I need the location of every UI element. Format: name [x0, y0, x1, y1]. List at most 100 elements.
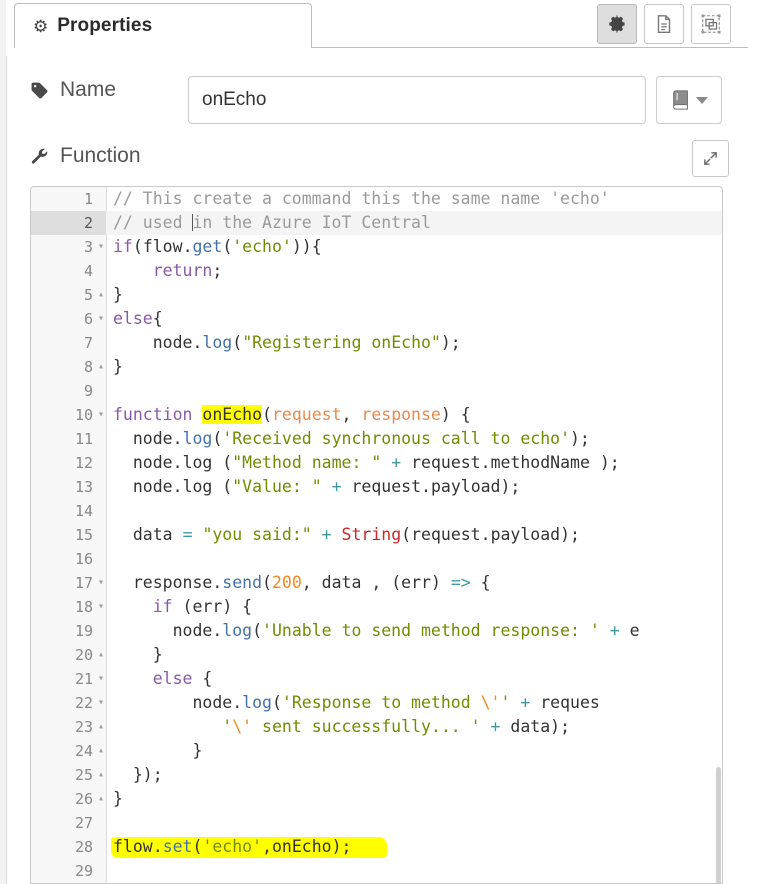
line-number: 23 [31, 715, 93, 739]
fold-toggle[interactable]: ▾ [95, 403, 107, 427]
line-number: 9 [31, 379, 93, 403]
wrench-icon [30, 147, 49, 166]
fold-toggle[interactable]: ▴ [95, 763, 107, 787]
function-row: Function [6, 140, 748, 182]
code-text: flow.set('echo',onEcho); [113, 835, 351, 859]
fold-toggle[interactable]: ▾ [95, 595, 107, 619]
expand-diagonal-icon [702, 150, 719, 167]
code-line[interactable]: 15 data = "you said:" + String(request.p… [31, 523, 723, 547]
code-line[interactable]: 23▴ '\' sent successfully... ' + data); [31, 715, 723, 739]
code-line[interactable]: 27 [31, 811, 723, 835]
document-icon [653, 13, 675, 35]
code-text: } [113, 643, 163, 667]
line-number: 11 [31, 427, 93, 451]
code-line[interactable]: 24▴ } [31, 739, 723, 763]
name-row: Name [6, 62, 748, 122]
code-text: } [113, 739, 202, 763]
code-line[interactable]: 11 node.log('Received synchronous call t… [31, 427, 723, 451]
code-text: // used in the Azure IoT Central [113, 211, 431, 235]
line-number: 19 [31, 619, 93, 643]
tab-properties-label: Properties [57, 15, 152, 37]
code-line[interactable]: 4 return; [31, 259, 723, 283]
code-line[interactable]: 9 [31, 379, 723, 403]
line-number: 6 [31, 307, 93, 331]
info-tab-button[interactable] [644, 4, 684, 44]
fold-toggle[interactable]: ▾ [95, 235, 107, 259]
code-line[interactable]: 19 node.log('Unable to send method respo… [31, 619, 723, 643]
code-line[interactable]: 29 [31, 859, 723, 883]
code-text: node.log ("Method name: " + request.meth… [113, 451, 620, 475]
line-number: 14 [31, 499, 93, 523]
code-text: node.log('Unable to send method response… [113, 619, 640, 643]
code-text: data = "you said:" + String(request.payl… [113, 523, 580, 547]
code-text: node.log('Received synchronous call to e… [113, 427, 590, 451]
code-line[interactable]: 10▾function onEcho(request, response) { [31, 403, 723, 427]
code-line[interactable]: 3▾if(flow.get('echo')){ [31, 235, 723, 259]
panel-toolbar [597, 4, 731, 44]
code-text: return; [113, 259, 222, 283]
fold-toggle[interactable]: ▴ [95, 739, 107, 763]
appearance-tab-button[interactable] [691, 4, 731, 44]
code-line[interactable]: 25▴ }); [31, 763, 723, 787]
line-number: 5 [31, 283, 93, 307]
line-number: 17 [31, 571, 93, 595]
gear-icon [606, 13, 628, 35]
code-text: }); [113, 763, 163, 787]
line-number: 10 [31, 403, 93, 427]
code-line[interactable]: 5▴} [31, 283, 723, 307]
code-line[interactable]: 1// This create a command this the same … [31, 187, 723, 211]
fold-toggle[interactable]: ▴ [95, 283, 107, 307]
code-line[interactable]: 17▾ response.send(200, data , (err) => { [31, 571, 723, 595]
code-line[interactable]: 21▾ else { [31, 667, 723, 691]
code-line[interactable]: 14 [31, 499, 723, 523]
line-number: 22 [31, 691, 93, 715]
editor-code-area[interactable]: 1// This create a command this the same … [31, 187, 723, 883]
line-number: 26 [31, 787, 93, 811]
line-number: 25 [31, 763, 93, 787]
code-line[interactable]: 6▾else{ [31, 307, 723, 331]
line-number: 2 [31, 211, 93, 235]
fold-toggle[interactable]: ▾ [95, 571, 107, 595]
code-text: '\' sent successfully... ' + data); [113, 715, 570, 739]
code-line[interactable]: 22▾ node.log('Response to method \'' + r… [31, 691, 723, 715]
fold-toggle[interactable]: ▾ [95, 667, 107, 691]
code-line[interactable]: 28flow.set('echo',onEcho); [31, 835, 723, 859]
code-line[interactable]: 7 node.log("Registering onEcho"); [31, 331, 723, 355]
code-line[interactable]: 2 // used in the Azure IoT Central [31, 211, 723, 235]
properties-panel: ⚙ Properties [0, 0, 761, 884]
fold-toggle[interactable]: ▴ [95, 787, 107, 811]
code-line[interactable]: 16 [31, 547, 723, 571]
line-number: 16 [31, 547, 93, 571]
fold-toggle[interactable]: ▴ [95, 355, 107, 379]
gear-icon: ⚙ [33, 18, 48, 35]
tag-icon [30, 81, 49, 100]
panel-left-edge [0, 0, 7, 884]
properties-tab-button[interactable] [597, 4, 637, 44]
line-number: 24 [31, 739, 93, 763]
fold-toggle[interactable]: ▴ [95, 715, 107, 739]
code-line[interactable]: 20▴ } [31, 643, 723, 667]
code-line[interactable]: 12 node.log ("Method name: " + request.m… [31, 451, 723, 475]
fold-toggle[interactable]: ▴ [95, 643, 107, 667]
code-line[interactable]: 13 node.log ("Value: " + request.payload… [31, 475, 723, 499]
code-text: } [113, 787, 123, 811]
code-text: function onEcho(request, response) { [113, 403, 471, 427]
name-library-dropdown-button[interactable] [656, 76, 722, 124]
name-label-group: Name [30, 78, 116, 102]
fold-toggle[interactable]: ▾ [95, 307, 107, 331]
code-line[interactable]: 8▴} [31, 355, 723, 379]
expand-editor-button[interactable] [692, 140, 729, 177]
code-text: if(flow.get('echo')){ [113, 235, 322, 259]
function-code-editor[interactable]: 1// This create a command this the same … [30, 186, 723, 884]
function-label-group: Function [30, 144, 141, 168]
tab-properties[interactable]: ⚙ Properties [14, 3, 312, 48]
code-text: // This create a command this the same n… [113, 187, 610, 211]
line-number: 21 [31, 667, 93, 691]
code-line[interactable]: 18▾ if (err) { [31, 595, 723, 619]
name-input[interactable] [188, 76, 646, 124]
fold-toggle[interactable]: ▾ [95, 691, 107, 715]
code-text: response.send(200, data , (err) => { [113, 571, 491, 595]
code-line[interactable]: 26▴} [31, 787, 723, 811]
line-number: 20 [31, 643, 93, 667]
code-text: else{ [113, 307, 163, 331]
